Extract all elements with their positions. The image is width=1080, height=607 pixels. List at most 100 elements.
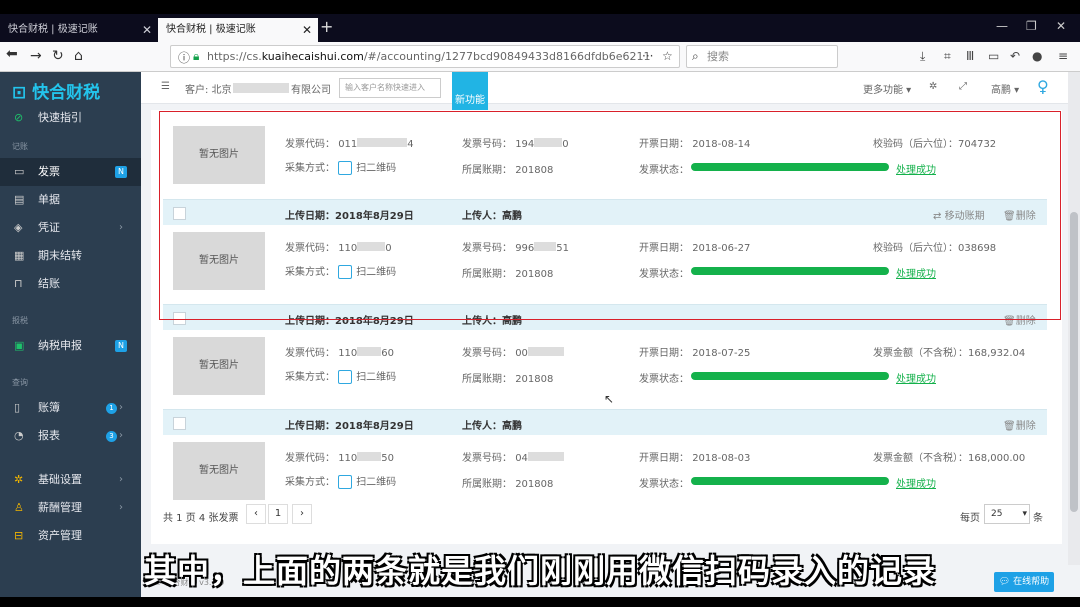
- close-icon[interactable]: ✕: [142, 18, 152, 42]
- guide-icon: ⊘: [14, 111, 24, 124]
- count-badge: 3: [106, 431, 117, 442]
- scrollbar-thumb[interactable]: [1070, 212, 1078, 512]
- masked-text: [357, 452, 382, 461]
- select-checkbox[interactable]: [173, 417, 186, 430]
- status-success-link[interactable]: 处理成功: [896, 475, 936, 490]
- field-value: 扫二维码: [356, 372, 397, 383]
- app-logo[interactable]: ⊡ 快合财税: [0, 72, 141, 103]
- field-value: 201808: [515, 374, 554, 385]
- bookmark-star-icon[interactable]: ☆: [662, 49, 673, 63]
- crop-icon[interactable]: ⌗: [944, 49, 951, 64]
- masked-text: [527, 452, 564, 461]
- field-label: 所属账期：: [462, 374, 512, 385]
- qr-scan-icon: [338, 370, 353, 384]
- sidebar-item-closing[interactable]: ⊓ 结账: [0, 270, 141, 298]
- new-feature-button[interactable]: 新功能: [452, 72, 488, 112]
- section-label-query: 查询: [12, 378, 28, 387]
- reload-icon[interactable]: ↻: [52, 48, 64, 64]
- invoice-card: 暂无图片 发票代码： 110 50 发票号码： 04 开票日期： 2018-08-…: [163, 435, 1047, 515]
- minimize-icon[interactable]: —: [996, 19, 1008, 33]
- field-value: 168,000.00: [968, 453, 1026, 464]
- page-number-input[interactable]: 1: [268, 504, 288, 524]
- field-value: 04: [515, 453, 528, 464]
- book-icon: ▯: [14, 401, 21, 414]
- sidebar-item-label: 期末结转: [38, 249, 82, 262]
- download-icon[interactable]: ⤓: [920, 49, 925, 64]
- per-page-unit: 条: [1033, 513, 1043, 524]
- chevron-right-icon: ›: [119, 502, 123, 513]
- close-icon[interactable]: ✕: [302, 18, 312, 42]
- back-icon[interactable]: ⬅: [6, 46, 18, 62]
- forward-icon[interactable]: →: [30, 48, 42, 64]
- invoice-code: 发票代码： 110 60: [285, 344, 394, 359]
- top-bar: ☰ 客户: 北京 有限公司 输入客户名称快速进入 新功能 更多功能 ▾ ✲ ⤢ …: [141, 72, 1080, 112]
- upload-date: 上传日期：2018年8月29日: [285, 417, 414, 432]
- menu-icon[interactable]: ≡: [1058, 49, 1068, 63]
- status-label: 发票状态：: [639, 479, 689, 490]
- avatar-icon[interactable]: ♀: [1037, 77, 1049, 96]
- accounting-period: 所属账期： 201808: [462, 370, 553, 385]
- prev-page-button[interactable]: ‹: [246, 504, 266, 524]
- new-tab-icon[interactable]: +: [320, 17, 333, 36]
- sidebar-item-tax-declare[interactable]: ▣ 纳税申报 N: [0, 332, 141, 360]
- field-label: 上传人：: [462, 421, 502, 432]
- issue-date: 开票日期： 2018-07-25: [639, 344, 750, 359]
- field-value: 110: [338, 348, 358, 359]
- close-window-icon[interactable]: ✕: [1056, 19, 1066, 33]
- next-page-button[interactable]: ›: [292, 504, 312, 524]
- browser-tab-1[interactable]: 快合财税 | 极速记账 ✕: [0, 18, 158, 42]
- sidebar-item-period-end[interactable]: ▦ 期末结转: [0, 242, 141, 270]
- upload-row: 上传日期：2018年8月29日 上传人：高鹏 🗑︎删除: [163, 409, 1047, 435]
- user-menu[interactable]: 高鹏 ▾: [991, 81, 1019, 96]
- chat-icon[interactable]: ●: [1032, 49, 1042, 63]
- no-image-placeholder: 暂无图片: [173, 442, 265, 500]
- sidebar-item-label: 薪酬管理: [38, 501, 82, 514]
- home-icon[interactable]: ⌂: [74, 48, 83, 64]
- sidebar-item-label: 账簿: [38, 401, 60, 414]
- logo-text: 快合财税: [32, 83, 101, 103]
- sidebar-item-guide[interactable]: ⊘ 快速指引: [0, 104, 141, 132]
- more-dots-icon[interactable]: ···: [642, 49, 653, 63]
- library-icon[interactable]: Ⅲ: [966, 49, 974, 63]
- chevron-right-icon: ›: [119, 474, 123, 485]
- sidebar-item-receipt[interactable]: ▤ 单据: [0, 186, 141, 214]
- menu-collapse-icon[interactable]: ☰: [161, 81, 170, 92]
- invoice-number: 发票号码： 04: [462, 449, 564, 464]
- per-page-select[interactable]: 25 ▾: [984, 504, 1030, 524]
- logo-icon: ⊡: [12, 83, 27, 103]
- undo-icon[interactable]: ↶: [1010, 49, 1020, 63]
- info-icon[interactable]: ⓘ: [178, 49, 190, 66]
- chevron-down-icon: ▾: [1022, 509, 1027, 519]
- sidebar-item-reports[interactable]: ◔ 报表 3 ›: [0, 422, 141, 450]
- restore-icon[interactable]: ❐: [1026, 19, 1037, 33]
- browser-tab-2[interactable]: 快合财税 | 极速记账 ✕: [158, 18, 318, 42]
- lock-icon: 🔒︎: [193, 49, 200, 63]
- masked-text: [233, 83, 289, 93]
- sidebar-toggle-icon[interactable]: ▭: [988, 49, 999, 63]
- sidebar-item-label: 发票: [38, 165, 60, 178]
- uploader: 上传人：高鹏: [462, 417, 522, 432]
- field-label: 发票金额（不含税）：: [873, 453, 968, 464]
- no-image-placeholder: 暂无图片: [173, 337, 265, 395]
- sidebar-item-label: 凭证: [38, 221, 60, 234]
- field-label: 采集方式：: [285, 477, 335, 488]
- customer-search-input[interactable]: 输入客户名称快速进入: [339, 78, 441, 98]
- more-features-menu[interactable]: 更多功能 ▾: [863, 81, 911, 96]
- delete-button[interactable]: 🗑︎删除: [1003, 417, 1036, 432]
- count-badge: 1: [106, 403, 117, 414]
- sidebar-item-invoice[interactable]: ▭ 发票 N: [0, 158, 141, 186]
- fullscreen-icon[interactable]: ⤢: [959, 81, 967, 92]
- search-icon: ⌕: [692, 49, 699, 63]
- field-label: 发票代码：: [285, 348, 335, 359]
- status-success-link[interactable]: 处理成功: [896, 370, 936, 385]
- sidebar-item-salary[interactable]: ♙ 薪酬管理 ›: [0, 494, 141, 522]
- settings-gear-icon[interactable]: ✲: [929, 81, 937, 92]
- per-page-label: 每页: [960, 513, 980, 524]
- scrollbar[interactable]: [1068, 72, 1080, 565]
- sidebar-item-voucher[interactable]: ◈ 凭证 ›: [0, 214, 141, 242]
- sidebar-item-books[interactable]: ▯ 账簿 1 ›: [0, 394, 141, 422]
- invoice-icon: ▭: [14, 165, 25, 178]
- url-bar[interactable]: https://cs.kuaihecaishui.com/#/accountin…: [170, 45, 680, 68]
- browser-search-input[interactable]: 搜索: [686, 45, 838, 68]
- sidebar-item-basic-settings[interactable]: ✲ 基础设置 ›: [0, 466, 141, 494]
